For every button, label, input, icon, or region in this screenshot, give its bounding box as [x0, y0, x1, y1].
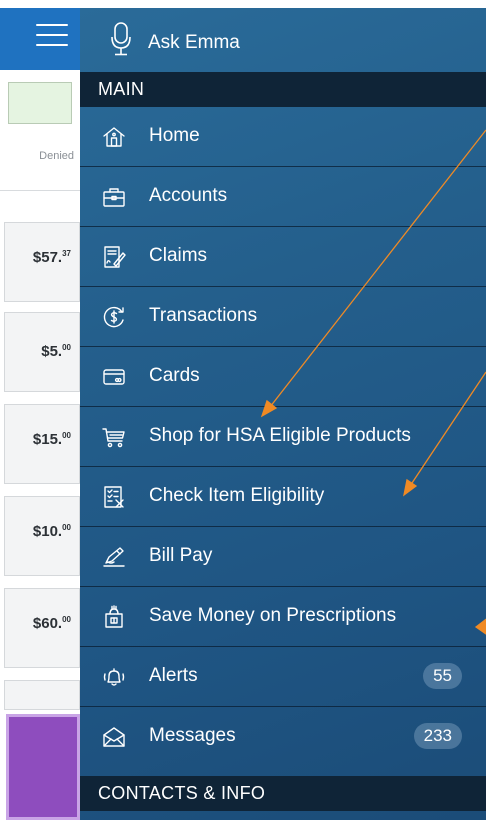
- screen: Denied $57.37 $5.00 $15.00 $10.00 $60.00: [0, 0, 486, 820]
- claims-form-icon: [102, 245, 126, 269]
- menu-item-check-eligibility[interactable]: Check Item Eligibility: [80, 467, 486, 527]
- home-icon: [102, 125, 126, 149]
- background-app: Denied $57.37 $5.00 $15.00 $10.00 $60.00: [0, 0, 80, 820]
- menu-item-label: Accounts: [149, 185, 228, 206]
- briefcase-icon: [102, 185, 126, 209]
- menu-item-accounts[interactable]: Accounts: [80, 167, 486, 227]
- amount-value: $57.37: [32, 249, 71, 266]
- menu-item-label: Save Money on Prescriptions: [149, 605, 397, 626]
- menu-item-cards[interactable]: Cards: [80, 347, 486, 407]
- pen-paper-icon: [102, 545, 126, 569]
- amount-card[interactable]: $5.00: [4, 312, 80, 392]
- menu-item-alerts[interactable]: Alerts 55: [80, 647, 486, 707]
- amount-card[interactable]: $57.37: [4, 222, 80, 302]
- section-header-contacts: CONTACTS & INFO: [80, 776, 486, 811]
- menu-item-label: Messages: [149, 725, 236, 746]
- denied-label: Denied: [39, 150, 74, 162]
- amount-value: $15.00: [32, 431, 71, 448]
- amount-value: $10.00: [32, 523, 71, 540]
- menu-item-label: Claims: [149, 245, 208, 266]
- messages-count-badge: 233: [413, 723, 462, 749]
- dollar-circle-icon: [102, 305, 126, 329]
- menu-item-home[interactable]: Home: [80, 107, 486, 167]
- menu-item-label: Check Item Eligibility: [149, 485, 325, 506]
- menu-item-transactions[interactable]: Transactions: [80, 287, 486, 347]
- menu-item-bill-pay[interactable]: Bill Pay: [80, 527, 486, 587]
- amount-value: $5.00: [41, 343, 71, 360]
- ask-emma-button[interactable]: Ask Emma: [80, 8, 486, 72]
- amount-card[interactable]: $60.00: [4, 588, 80, 668]
- amount-card[interactable]: $10.00: [4, 496, 80, 576]
- divider: [0, 190, 80, 191]
- menu-item-label: Alerts: [149, 665, 198, 686]
- shopping-cart-icon: [102, 425, 126, 449]
- checklist-icon: [102, 485, 126, 509]
- menu-item-label: Shop for HSA Eligible Products: [149, 425, 411, 446]
- menu-item-save-prescriptions[interactable]: Save Money on Prescriptions: [80, 587, 486, 647]
- prescription-bag-icon: [102, 605, 126, 629]
- menu-item-shop-hsa[interactable]: Shop for HSA Eligible Products: [80, 407, 486, 467]
- action-button[interactable]: [6, 714, 80, 820]
- bell-icon: [102, 665, 126, 689]
- menu-item-label: Home: [149, 125, 200, 146]
- menu-item-messages[interactable]: Messages 233: [80, 707, 486, 767]
- amount-card[interactable]: [4, 680, 80, 710]
- navigation-drawer: Ask Emma MAIN Home Accounts Claims Trans…: [80, 8, 486, 820]
- microphone-icon: [111, 22, 131, 56]
- section-header-main: MAIN: [80, 72, 486, 107]
- status-box: [8, 82, 72, 124]
- hamburger-menu-icon[interactable]: [36, 24, 68, 46]
- menu-item-claims[interactable]: Claims: [80, 227, 486, 287]
- credit-card-icon: [102, 365, 126, 389]
- ask-emma-label: Ask Emma: [148, 32, 240, 53]
- menu-item-label: Bill Pay: [149, 545, 213, 566]
- amount-value: $60.00: [32, 615, 71, 632]
- amount-card[interactable]: $15.00: [4, 404, 80, 484]
- envelope-icon: [102, 725, 126, 749]
- menu-item-label: Cards: [149, 365, 200, 386]
- alerts-count-badge: 55: [423, 663, 462, 689]
- menu-item-label: Transactions: [149, 305, 258, 326]
